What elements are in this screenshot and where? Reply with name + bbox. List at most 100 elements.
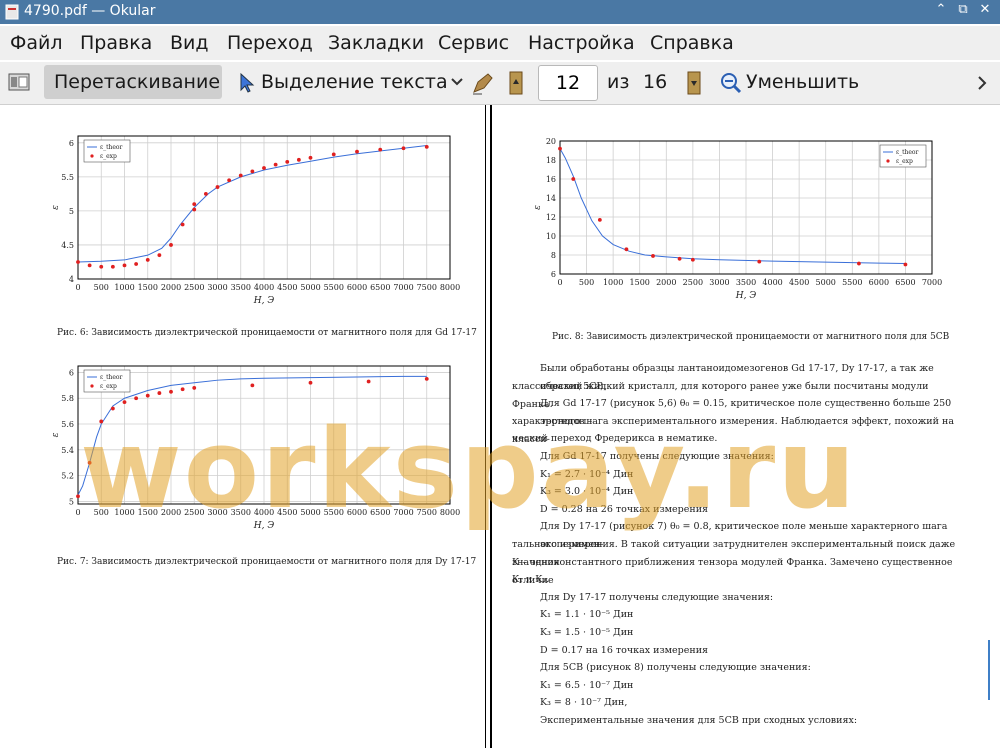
menu-view[interactable]: Вид [170,32,209,54]
document-viewport[interactable]: 0 500 1000 1500 2000 2500 3000 3500 4000 4500 5000… [0,105,1000,748]
data-point-exp [192,386,197,390]
data-point-exp [401,146,406,151]
caption-fig7: Рис. 7: Зависимость диэлектрической прон… [57,557,477,567]
menu-bookmarks[interactable]: Закладки [328,32,424,54]
y-tick-label: 18 [546,156,556,165]
x-tick-label: 5500 [842,278,862,287]
data-point-exp [169,389,173,394]
data-point-exp [169,243,173,247]
y-tick-label: 5.6 [61,420,74,429]
chart-fig8: 0 500 1000 1500 2000 2500 3000 3500 4000 4500 5000… [533,137,942,301]
legend-label: ε_exp [100,153,117,160]
x-tick-label: 8000 [440,283,460,292]
data-point-exp [99,264,104,269]
legend-label: ε_theor [896,149,919,156]
x-tick-label: 7000 [922,278,942,287]
zoom-out-icon[interactable] [720,72,742,94]
y-tick-label: 12 [546,213,556,222]
legend-point-swatch [90,154,94,158]
y-tick-label: 16 [546,175,556,184]
data-point-exp [110,264,115,269]
page-number-input[interactable]: 12 [538,65,598,101]
title-bar: 4790.pdf — Okular ⌃ ⧉ ✕ [0,0,1000,24]
chevron-right-icon[interactable] [976,75,988,91]
x-tick-label: 4500 [789,278,809,287]
text-line: Для 5CB (рисунок 8) получены следующие з… [540,662,811,674]
data-point-exp [134,396,139,401]
close-icon[interactable]: ✕ [976,2,994,17]
window-title: 4790.pdf — Okular [24,3,156,19]
data-point-exp [690,257,695,262]
legend-label: ε_exp [896,158,913,165]
data-point-exp [308,380,313,385]
menu-help[interactable]: Справка [650,32,734,54]
annotate-pen-icon[interactable] [470,70,496,96]
menu-go[interactable]: Переход [227,32,313,54]
y-tick-label: 5.8 [61,394,74,403]
legend-point-swatch [886,159,890,163]
data-point-exp [145,393,150,398]
data-point-exp [597,217,602,222]
zoom-out-label[interactable]: Уменьшить [746,71,859,93]
data-point-exp [76,260,80,264]
x-tick-label: 4000 [762,278,782,287]
x-tick-label: 7500 [417,283,437,292]
text-line: K₃ = 8 · 10⁻⁷ Дин, [540,697,628,709]
x-tick-label: 6000 [869,278,889,287]
y-tick-label: 5.4 [61,446,74,455]
text-line: K₁ и K₃. [512,574,550,586]
x-tick-label: 4500 [277,283,297,292]
x-tick-label: 7000 [393,283,413,292]
x-tick-label: 1000 [603,278,623,287]
minimize-icon[interactable]: ⌃ [932,2,950,17]
data-point-exp [285,159,290,164]
text-line: K₁ = 1.1 · 10⁻⁵ Дин [540,609,634,621]
y-tick-label: 4 [69,275,74,284]
x-tick-label: 4000 [254,283,274,292]
menu-settings[interactable]: Настройка [528,32,635,54]
legend-label: ε_exp [100,383,117,390]
data-point-exp [651,254,655,258]
y-tick-label: 5 [69,207,74,216]
chevron-down-icon[interactable] [450,76,464,88]
next-page-icon[interactable] [684,70,704,96]
previous-page-icon[interactable] [506,70,526,96]
data-point-exp [624,247,629,252]
text-line: K₃ = 1.5 · 10⁻⁵ Дин [540,627,634,638]
data-point-exp [180,387,185,392]
data-point-exp [262,166,266,170]
x-axis-label: H, Э [735,291,757,301]
y-tick-label: 5 [69,497,74,506]
x-tick-label: 0 [557,278,562,287]
x-tick-label: 3500 [736,278,756,287]
y-tick-label: 5.2 [61,472,74,481]
data-point-exp [122,400,127,405]
legend-point-swatch [90,384,94,388]
chart-fig6: 0 500 1000 1500 2000 2500 3000 3500 4000 4500 5000… [51,135,460,306]
scrollbar-indicator[interactable] [988,640,996,700]
cursor-arrow-icon [240,72,255,93]
page-of-label: из [607,71,630,93]
menu-bar: Файл Правка Вид Переход Закладки Сервис … [0,26,1000,60]
data-point-exp [250,383,255,388]
data-point-exp [424,376,429,381]
data-point-exp [192,207,197,212]
text-select-label[interactable]: Выделение текста [261,71,448,93]
x-tick-label: 2000 [161,283,181,292]
sidebar-toggle-icon[interactable] [8,72,30,92]
x-tick-label: 500 [579,278,594,287]
restore-icon[interactable]: ⧉ [954,2,972,17]
menu-edit[interactable]: Правка [80,32,152,54]
x-tick-label: 1000 [114,283,134,292]
menu-file[interactable]: Файл [10,32,63,54]
data-point-exp [273,162,278,167]
data-point-exp [180,222,185,227]
data-point-exp [757,259,762,264]
x-tick-label: 3500 [231,283,251,292]
text-line: K – одноконстантного приближения тензора… [512,556,953,586]
data-point-exp [87,263,92,268]
menu-tools[interactable]: Сервис [438,32,509,54]
toolbar: Перетаскивание Выделение текста 12 из 16… [0,62,1000,105]
data-point-exp [157,391,162,395]
data-point-exp [308,155,313,160]
